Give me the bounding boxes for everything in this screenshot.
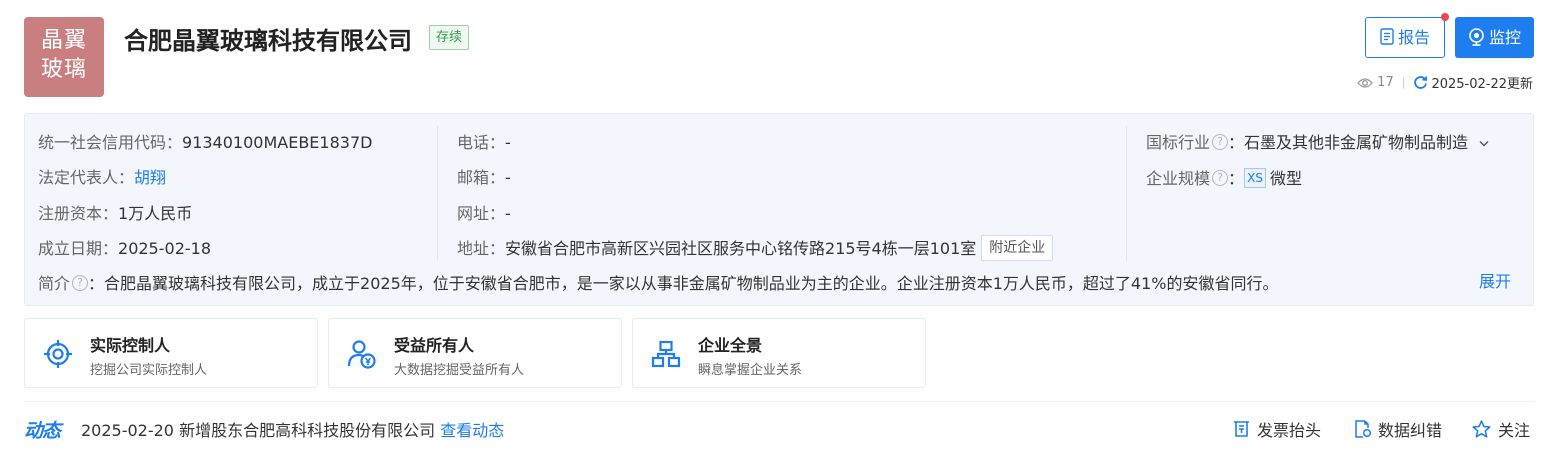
industry-label: 国标行业 [1146,133,1211,152]
card-beneficial-owner[interactable]: 受益所有人 大数据挖掘受益所有人 [328,318,622,388]
founded-value: 2025-02-18 [118,239,211,258]
follow-label: 关注 [1498,421,1531,440]
legal-rep-row: 法定代表人：胡翔 [38,164,166,188]
update-time: 2025-02-22更新 [1431,77,1533,92]
monitor-label: 监控 [1488,28,1521,47]
card-title: 企业全景 [698,336,763,355]
dynamics-logo: 动态 [24,420,61,442]
logo-text-line2: 玻璃 [40,57,87,82]
follow-button[interactable]: 关注 [1472,417,1530,441]
website-label: 网址： [457,204,506,223]
section-divider [24,401,1534,402]
card-subtitle: 大数据挖掘受益所有人 [394,363,525,378]
dynamics-date: 2025-02-20 [81,421,174,440]
legal-rep-link[interactable]: 胡翔 [134,168,166,187]
card-enterprise-panorama[interactable]: 企业全景 瞬息掌握企业关系 [632,318,926,388]
phone-row: 电话：- [457,129,511,153]
dynamics-item: 2025-02-20 新增股东合肥高科科技股份有限公司 查看动态 [81,417,504,441]
industry-value: 石墨及其他非金属矿物制品制造 [1244,133,1469,152]
email-label: 邮箱： [457,168,506,187]
address-label: 地址： [457,239,506,258]
meta-separator: | [1401,76,1406,89]
email-value: - [505,168,511,187]
invoice-header-button[interactable]: 发票抬头 [1233,417,1321,441]
beneficiary-icon [347,340,376,369]
help-icon[interactable]: ? [1212,169,1229,186]
document-icon [1380,28,1394,45]
intro-text: 合肥晶翼玻璃科技有限公司，成立于2025年，位于安徽省合肥市，是一家以从事非金属… [104,274,1279,293]
edit-document-icon [1355,420,1371,438]
founded-label: 成立日期： [38,239,119,258]
view-count: 17 [1377,75,1394,90]
org-chart-icon [651,340,681,368]
industry-row[interactable]: 国标行业? ：石墨及其他非金属矿物制品制造 [1146,129,1489,153]
card-subtitle: 瞬息掌握企业关系 [698,363,803,378]
notification-dot [1441,13,1449,21]
refresh-icon[interactable] [1413,75,1428,90]
status-badge: 存续 [429,25,470,50]
address-row: 地址：安徽省合肥市高新区兴园社区服务中心铭传路215号4栋一层101室 附近企业 [457,234,1054,263]
colon: ： [1228,133,1245,152]
card-title: 受益所有人 [394,336,475,355]
website-row: 网址：- [457,200,511,224]
invoice-icon [1234,421,1249,437]
logo-text-line1: 晶翼 [40,28,87,53]
capital-row: 注册资本：1万人民币 [38,200,192,224]
report-label: 报告 [1397,28,1430,47]
invoice-label: 发票抬头 [1257,421,1322,440]
meta-line: 17 | 2025-02-22更新 [1357,73,1533,92]
colon: ： [88,274,105,293]
dynamics-text: 新增股东合肥高科科技股份有限公司 [179,421,436,440]
website-value: - [505,204,511,223]
card-actual-controller[interactable]: 实际控制人 挖掘公司实际控制人 [24,318,318,388]
data-correction-button[interactable]: 数据纠错 [1354,417,1442,441]
chevron-down-icon[interactable] [1479,140,1489,147]
phone-label: 电话： [457,133,506,152]
monitor-button[interactable]: 监控 [1455,17,1534,58]
help-icon[interactable]: ? [1212,133,1229,150]
target-icon [44,340,72,368]
legal-rep-label: 法定代表人： [38,168,135,187]
intro-row: 简介? ：合肥晶翼玻璃科技有限公司，成立于2025年，位于安徽省合肥市，是一家以从… [38,270,1279,294]
capital-value: 1万人民币 [118,204,193,223]
capital-label: 注册资本： [38,204,119,223]
address-value: 安徽省合肥市高新区兴园社区服务中心铭传路215号4栋一层101室 [505,239,977,258]
founded-row: 成立日期：2025-02-18 [38,235,211,259]
intro-label: 简介 [38,274,71,293]
colon: ： [1228,169,1245,188]
card-subtitle: 挖掘公司实际控制人 [90,363,208,378]
scale-tag: XS [1244,167,1267,188]
scale-value: 微型 [1270,169,1303,188]
card-title: 实际控制人 [90,336,171,355]
credit-code-row: 统一社会信用代码：91340100MAEBE1837D [38,129,372,153]
expand-link[interactable]: 展开 [1479,268,1511,292]
credit-code-label: 统一社会信用代码： [38,133,183,152]
star-icon [1472,420,1491,438]
camera-icon [1469,27,1484,46]
nearby-companies-button[interactable]: 附近企业 [981,234,1054,261]
email-row: 邮箱：- [457,164,511,188]
company-logo: 晶翼 玻璃 [24,17,104,97]
help-icon[interactable]: ? [72,274,89,291]
credit-code-value: 91340100MAEBE1837D [182,133,373,152]
correction-label: 数据纠错 [1378,421,1443,440]
column-divider [437,126,438,261]
column-divider [1126,126,1127,261]
phone-value: - [505,133,511,152]
company-name: 合肥晶翼玻璃科技有限公司 [124,27,412,55]
eye-icon [1357,77,1374,88]
report-button[interactable]: 报告 [1365,17,1445,58]
view-dynamics-link[interactable]: 查看动态 [440,421,504,440]
scale-row: 企业规模?： XS 微型 [1146,165,1302,190]
company-info-panel: 统一社会信用代码：91340100MAEBE1837D 法定代表人：胡翔 注册资… [24,113,1534,306]
scale-label: 企业规模 [1146,169,1211,188]
